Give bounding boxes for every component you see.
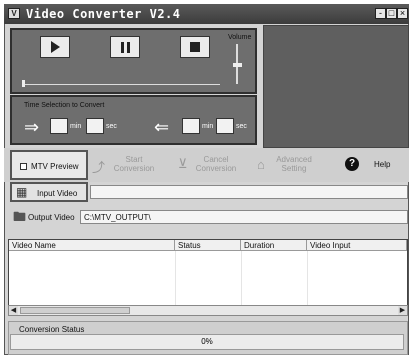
- time-selection-label: Time Selection to Convert: [24, 102, 105, 109]
- window-title: Video Converter V2.4: [26, 7, 181, 21]
- column-header-video-name[interactable]: Video Name: [9, 240, 175, 251]
- film-icon: ▦: [16, 185, 28, 199]
- conversion-status-label: Conversion Status: [19, 325, 85, 334]
- column-divider: [175, 251, 176, 308]
- seek-slider[interactable]: [22, 80, 25, 87]
- mtv-preview-label: MTV Preview: [31, 162, 79, 171]
- video-preview-area: [263, 25, 409, 148]
- play-icon: [50, 41, 60, 53]
- end-sec-unit: sec: [236, 123, 247, 130]
- help-button[interactable]: Help: [374, 160, 390, 169]
- mtv-preview-toggle[interactable]: MTV Preview: [10, 150, 88, 180]
- column-header-duration[interactable]: Duration: [241, 240, 307, 251]
- pause-button[interactable]: [110, 36, 140, 58]
- column-divider: [241, 251, 242, 308]
- horizontal-scrollbar[interactable]: ◀ ▶: [8, 305, 408, 316]
- progress-text: 0%: [201, 337, 213, 346]
- input-video-button[interactable]: ▦ Input Video: [10, 182, 88, 202]
- close-button[interactable]: ×: [397, 8, 408, 19]
- input-video-field[interactable]: [90, 185, 408, 199]
- end-arrow-icon: ⇐: [154, 117, 170, 137]
- scroll-left-icon[interactable]: ◀: [9, 306, 18, 315]
- column-header-status[interactable]: Status: [175, 240, 241, 251]
- end-min-unit: min: [202, 123, 214, 130]
- stop-button[interactable]: [180, 36, 210, 58]
- scrollbar-thumb[interactable]: [20, 307, 130, 314]
- end-min-input[interactable]: [182, 118, 200, 134]
- cancel-conversion-icon: ⊻: [178, 156, 188, 171]
- title-bar: V Video Converter V2.4 - □ ×: [4, 4, 409, 24]
- cancel-conversion-button[interactable]: Cancel Conversion: [194, 155, 238, 173]
- app-icon: V: [8, 8, 20, 19]
- play-button[interactable]: [40, 36, 70, 58]
- start-min-input[interactable]: [50, 118, 68, 134]
- output-video-field[interactable]: C:\MTV_OUTPUT\: [80, 210, 408, 224]
- volume-slider[interactable]: [233, 63, 242, 67]
- start-conversion-button[interactable]: Start Conversion: [112, 155, 156, 173]
- column-header-video-input[interactable]: Video Input: [307, 240, 407, 251]
- minimize-button[interactable]: -: [375, 8, 386, 19]
- start-arrow-icon: ⇒: [24, 117, 40, 137]
- mtv-preview-checkbox[interactable]: [20, 163, 27, 170]
- start-min-unit: min: [70, 123, 82, 130]
- help-icon[interactable]: ?: [345, 157, 359, 171]
- start-sec-unit: sec: [106, 123, 117, 130]
- input-video-label: Input Video: [37, 189, 78, 198]
- advanced-setting-icon: ⌂: [257, 157, 265, 172]
- output-video-path: C:\MTV_OUTPUT\: [84, 213, 151, 222]
- volume-label: Volume: [228, 34, 252, 41]
- output-video-label[interactable]: Output Video: [28, 213, 75, 222]
- column-divider: [307, 251, 308, 308]
- seek-track: [22, 84, 220, 85]
- scroll-right-icon[interactable]: ▶: [398, 306, 407, 315]
- maximize-button[interactable]: □: [386, 8, 397, 19]
- start-sec-input[interactable]: [86, 118, 104, 134]
- stop-icon: [190, 42, 200, 52]
- folder-icon: 🖿: [13, 209, 27, 224]
- start-conversion-icon: ⤴: [92, 160, 106, 175]
- end-sec-input[interactable]: [216, 118, 234, 134]
- conversion-progress-bar: 0%: [10, 334, 404, 350]
- video-list-table[interactable]: Video Name Status Duration Video Input: [8, 239, 408, 310]
- pause-icon: [120, 41, 130, 53]
- advanced-setting-button[interactable]: Advanced Setting: [272, 155, 316, 173]
